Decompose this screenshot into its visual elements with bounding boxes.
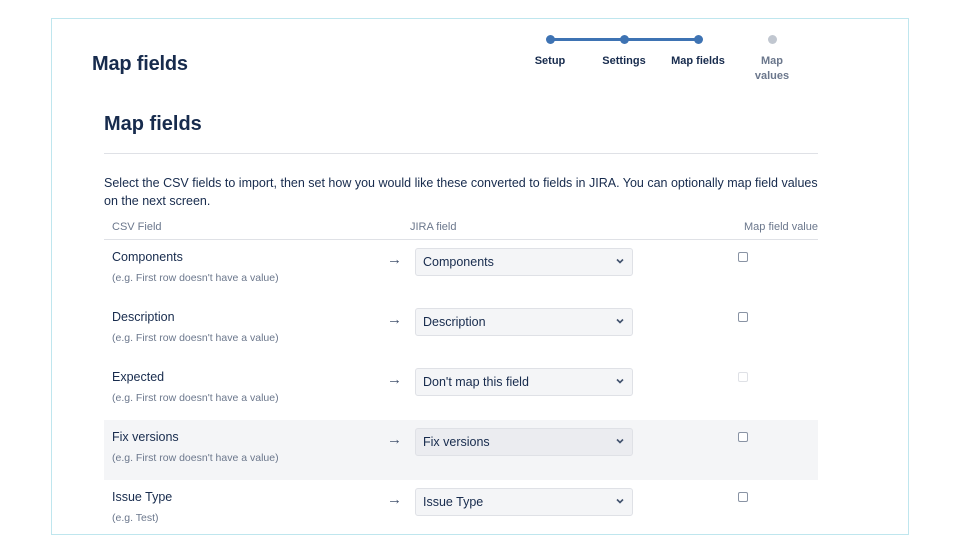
chevron-down-icon xyxy=(616,498,624,504)
chevron-down-icon xyxy=(616,378,624,384)
map-field-value-checkbox[interactable] xyxy=(738,312,748,322)
jira-field-select-value: Issue Type xyxy=(423,495,484,509)
csv-field-name: Description xyxy=(112,310,175,324)
jira-field-select[interactable]: Don't map this field xyxy=(415,368,633,396)
step-settings[interactable]: Settings xyxy=(584,31,664,69)
arrow-right-icon: → xyxy=(387,311,402,328)
table-row: Description (e.g. First row doesn't have… xyxy=(104,300,818,360)
column-header-csv-field: CSV Field xyxy=(112,221,162,233)
progress-stepper: Setup Settings Map fields Map values xyxy=(512,31,812,101)
section-description: Select the CSV fields to import, then se… xyxy=(104,176,818,208)
page-title: Map fields xyxy=(92,53,188,75)
csv-field-name: Components xyxy=(112,250,183,264)
map-field-value-checkbox xyxy=(738,372,748,382)
section-title: Map fields xyxy=(104,113,202,135)
jira-field-select[interactable]: Issue Type xyxy=(415,488,633,516)
import-wizard-panel: Map fields Setup Settings Map fields Map… xyxy=(51,18,909,535)
map-field-value-checkbox[interactable] xyxy=(738,252,748,262)
step-setup[interactable]: Setup xyxy=(510,31,590,69)
table-row: Issue Type (e.g. Test) → Issue Type xyxy=(104,480,818,534)
section-divider xyxy=(104,153,818,154)
table-row: Fix versions (e.g. First row doesn't hav… xyxy=(104,420,818,480)
map-field-value-checkbox[interactable] xyxy=(738,492,748,502)
step-label: Map fields xyxy=(671,55,725,67)
jira-field-select-value: Don't map this field xyxy=(423,375,529,389)
arrow-right-icon: → xyxy=(387,371,402,388)
csv-field-example: (e.g. First row doesn't have a value) xyxy=(112,272,279,284)
arrow-right-icon: → xyxy=(387,491,402,508)
column-header-map-field-value: Map field value xyxy=(744,221,818,233)
csv-field-name: Issue Type xyxy=(112,490,173,504)
csv-field-example: (e.g. First row doesn't have a value) xyxy=(112,452,279,464)
step-map-fields[interactable]: Map fields xyxy=(658,31,738,69)
step-map-values: Map values xyxy=(732,31,812,84)
arrow-right-icon: → xyxy=(387,431,402,448)
step-label: Settings xyxy=(602,55,646,67)
step-dot xyxy=(619,35,629,44)
csv-field-example: (e.g. First row doesn't have a value) xyxy=(112,332,279,344)
jira-field-select[interactable]: Fix versions xyxy=(415,428,633,456)
jira-field-select-value: Description xyxy=(423,315,486,329)
table-header: CSV Field JIRA field Map field value xyxy=(104,219,818,240)
arrow-right-icon: → xyxy=(387,251,402,268)
map-field-value-checkbox[interactable] xyxy=(738,432,748,442)
field-mapping-table: CSV Field JIRA field Map field value Com… xyxy=(104,219,818,534)
column-header-jira-field: JIRA field xyxy=(410,221,457,233)
csv-field-name: Expected xyxy=(112,370,165,384)
table-row: Expected (e.g. First row doesn't have a … xyxy=(104,360,818,420)
jira-field-select[interactable]: Components xyxy=(415,248,633,276)
jira-field-select[interactable]: Description xyxy=(415,308,633,336)
csv-field-name: Fix versions xyxy=(112,430,179,444)
csv-field-example: (e.g. Test) xyxy=(112,512,159,524)
step-dot xyxy=(767,35,777,44)
table-row: Components (e.g. First row doesn't have … xyxy=(104,240,818,300)
step-dot xyxy=(545,35,555,44)
jira-field-select-value: Fix versions xyxy=(423,435,490,449)
chevron-down-icon xyxy=(616,258,624,264)
csv-field-example: (e.g. First row doesn't have a value) xyxy=(112,392,279,404)
step-label: Map values xyxy=(754,55,790,82)
chevron-down-icon xyxy=(616,438,624,444)
step-label: Setup xyxy=(534,55,566,67)
step-dot xyxy=(693,35,703,44)
chevron-down-icon xyxy=(616,318,624,324)
jira-field-select-value: Components xyxy=(423,255,494,269)
